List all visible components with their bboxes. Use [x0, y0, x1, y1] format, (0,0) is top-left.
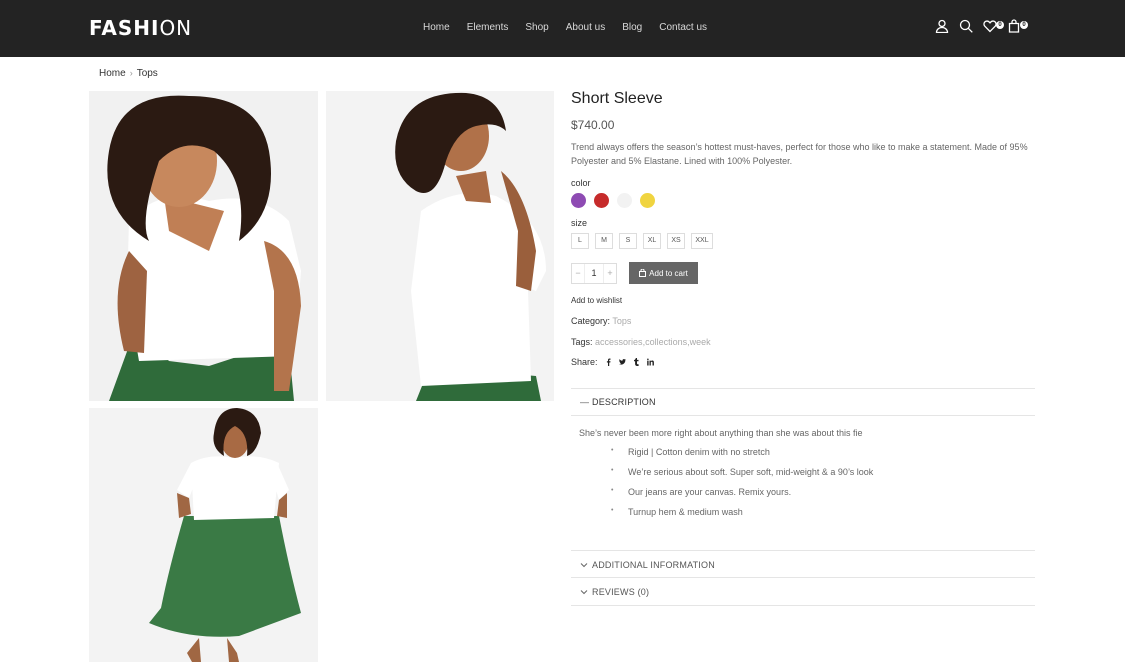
product-short-description: Trend always offers the season’s hottest… — [571, 142, 1028, 166]
twitter-icon[interactable] — [618, 358, 626, 366]
bag-icon[interactable]: 0 — [1007, 19, 1028, 35]
reviews-panel: REVIEWS (0) — [571, 577, 1035, 606]
tag-link[interactable]: collections — [645, 337, 687, 347]
tags-label: Tags: — [571, 337, 593, 347]
purchase-row: − 1 + Add to cart — [571, 262, 1035, 284]
product-image-front[interactable] — [89, 91, 318, 401]
quantity-increase-button[interactable]: + — [604, 264, 616, 283]
description-bullets: Rigid | Cotton denim with no stretch We’… — [579, 447, 1035, 517]
chevron-down-icon — [580, 587, 590, 597]
product-price: $740.00 — [571, 118, 615, 132]
category-label: Category: — [571, 316, 611, 326]
nav-elements[interactable]: Elements — [467, 22, 509, 33]
add-to-wishlist-link[interactable]: Add to wishlist — [571, 296, 1035, 305]
size-option-xl[interactable]: XL — [643, 233, 661, 249]
quantity-decrease-button[interactable]: − — [572, 264, 584, 283]
share-label: Share: — [571, 357, 598, 367]
product-image-back[interactable] — [326, 91, 554, 401]
nav-blog[interactable]: Blog — [622, 22, 642, 33]
color-swatch-red[interactable] — [594, 193, 609, 208]
linkedin-icon[interactable] — [646, 358, 654, 366]
color-swatch-purple[interactable] — [571, 193, 586, 208]
chevron-down-icon — [580, 560, 590, 570]
color-label: color — [571, 178, 591, 188]
size-option-m[interactable]: M — [595, 233, 613, 249]
tag-link[interactable]: accessories — [595, 337, 643, 347]
list-item: Rigid | Cotton denim with no stretch — [611, 447, 1035, 457]
size-option-xs[interactable]: XS — [667, 233, 685, 249]
category-link[interactable]: Tops — [612, 316, 631, 326]
add-to-cart-button[interactable]: Add to cart — [629, 262, 698, 284]
tag-link[interactable]: week — [690, 337, 711, 347]
cart-count-badge: 0 — [1020, 21, 1028, 29]
facebook-icon[interactable] — [605, 358, 612, 366]
main-nav: Home Elements Shop About us Blog Contact… — [423, 22, 724, 33]
list-item: Turnup hem & medium wash — [611, 507, 1035, 517]
additional-information-panel: ADDITIONAL INFORMATION — [571, 550, 1035, 578]
description-tab-header[interactable]: — DESCRIPTION — [571, 389, 1035, 416]
description-panel: — DESCRIPTION She’s never been more righ… — [571, 388, 1035, 551]
quantity-input[interactable]: 1 — [584, 263, 604, 283]
product-tags: Tags: accessories,collections,week — [571, 337, 711, 347]
heart-icon[interactable]: 0 — [983, 19, 1004, 35]
description-intro: She’s never been more right about anythi… — [579, 428, 863, 438]
site-header: FASHION Home Elements Shop About us Blog… — [0, 0, 1125, 57]
reviews-tab-title: REVIEWS (0) — [592, 586, 650, 597]
color-swatch-white[interactable] — [617, 193, 632, 208]
tumblr-icon[interactable] — [633, 358, 640, 366]
list-item: Our jeans are your canvas. Remix yours. — [611, 487, 1035, 497]
add-to-cart-label: Add to cart — [649, 268, 688, 278]
user-icon[interactable] — [935, 19, 951, 35]
product-image-full[interactable] — [89, 408, 318, 662]
color-swatch-yellow[interactable] — [640, 193, 655, 208]
site-logo[interactable]: FASHION — [89, 16, 192, 40]
share-links: Share: — [571, 357, 1035, 367]
minus-icon: — — [580, 397, 590, 407]
nav-home[interactable]: Home — [423, 22, 450, 33]
header-actions: 0 0 — [935, 19, 1031, 35]
nav-contact-us[interactable]: Contact us — [659, 22, 707, 33]
size-option-xxl[interactable]: XXL — [691, 233, 713, 249]
product-title: Short Sleeve — [571, 90, 663, 107]
list-item: We’re serious about soft. Super soft, mi… — [611, 467, 1035, 477]
breadcrumb-current: Tops — [136, 68, 158, 79]
additional-information-tab-title: ADDITIONAL INFORMATION — [592, 559, 715, 570]
bag-icon — [639, 269, 647, 277]
breadcrumb: Home › Tops — [99, 68, 158, 79]
breadcrumb-home[interactable]: Home — [99, 68, 126, 79]
quantity-stepper: − 1 + — [571, 262, 617, 284]
product-summary: Short Sleeve $740.00 Trend always offers… — [571, 90, 1035, 367]
additional-information-tab-header[interactable]: ADDITIONAL INFORMATION — [571, 551, 1035, 578]
nav-shop[interactable]: Shop — [525, 22, 548, 33]
description-tab-title: DESCRIPTION — [592, 397, 656, 407]
wishlist-count-badge: 0 — [996, 21, 1004, 29]
breadcrumb-separator: › — [129, 68, 133, 78]
color-swatches — [571, 193, 1035, 208]
nav-about-us[interactable]: About us — [566, 22, 605, 33]
product-category: Category: Tops — [571, 316, 1035, 326]
size-options: L M S XL XS XXL — [571, 233, 1035, 249]
reviews-tab-header[interactable]: REVIEWS (0) — [571, 578, 1035, 605]
size-option-l[interactable]: L — [571, 233, 589, 249]
search-icon[interactable] — [959, 19, 975, 35]
size-label: size — [571, 218, 588, 228]
size-option-s[interactable]: S — [619, 233, 637, 249]
description-content: She’s never been more right about anythi… — [571, 416, 1035, 551]
